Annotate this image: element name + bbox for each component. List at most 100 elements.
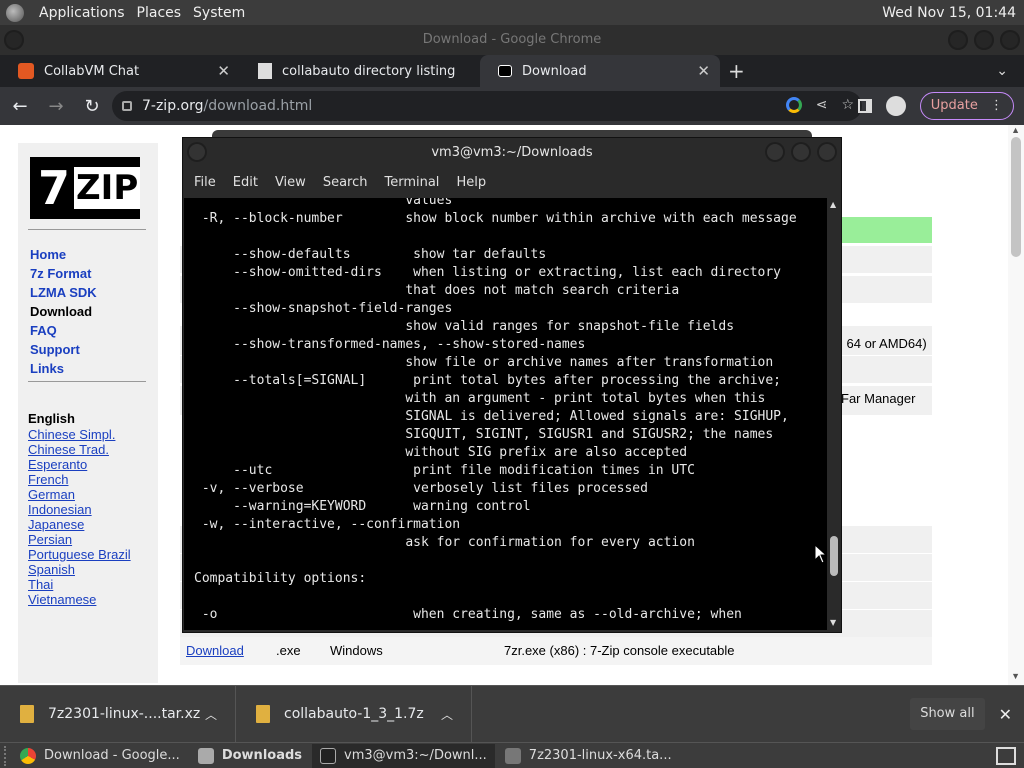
scroll-down-icon[interactable]: ▼ — [830, 618, 836, 627]
terminal-output[interactable]: values -R, --block-number show block num… — [184, 198, 827, 630]
maximize-button[interactable] — [974, 30, 994, 50]
site-nav: Home 7z Format LZMA SDK Download FAQ Sup… — [30, 247, 97, 380]
menu-terminal[interactable]: Terminal — [384, 175, 439, 190]
terminal-line: --show-defaults show tar defaults — [194, 247, 547, 262]
task-terminal[interactable]: vm3@vm3:~/Downl... — [312, 743, 495, 768]
tab-collabvm-chat[interactable]: CollabVM Chat ✕ — [0, 55, 240, 87]
minimize-button[interactable] — [948, 30, 968, 50]
terminal-line: -o when creating, same as --old-archive;… — [194, 607, 742, 622]
close-icon[interactable]: ✕ — [697, 62, 710, 80]
lang-link[interactable]: German — [28, 487, 131, 502]
lock-icon[interactable] — [122, 101, 132, 111]
library-icon — [258, 63, 272, 79]
nav-links[interactable]: Links — [30, 361, 97, 380]
scroll-down-icon[interactable]: ▼ — [1011, 671, 1020, 681]
close-window-button[interactable] — [817, 142, 837, 162]
window-title: Download - Google Chrome — [422, 32, 602, 47]
tab-label: collabauto directory listing — [282, 63, 456, 79]
download-item[interactable]: 7z2301-linux-....tar.xz ︿ — [0, 685, 236, 743]
terminal-line: SIGQUIT, SIGINT, SIGUSR1 and SIGUSR2; th… — [194, 427, 774, 442]
tab-strip: CollabVM Chat ✕ collabauto directory lis… — [0, 55, 1024, 87]
mouse-pointer-icon — [814, 544, 828, 564]
toolbar-right: Update ⋮ — [857, 92, 1014, 120]
lang-link[interactable]: Spanish — [28, 562, 131, 577]
7zip-logo[interactable]: 7 ZIP — [30, 157, 141, 219]
lang-link[interactable]: Chinese Trad. — [28, 442, 131, 457]
nav-support[interactable]: Support — [30, 342, 97, 361]
menu-view[interactable]: View — [275, 175, 306, 190]
more-menu-icon[interactable]: ⋮ — [990, 98, 1003, 113]
chevron-up-icon[interactable]: ︿ — [205, 706, 217, 723]
task-archive-manager[interactable]: 7z2301-linux-x64.ta... — [497, 744, 680, 768]
maximize-button[interactable] — [791, 142, 811, 162]
update-button[interactable]: Update ⋮ — [919, 92, 1014, 120]
show-all-button[interactable]: Show all — [910, 698, 985, 730]
distro-logo-icon[interactable] — [6, 3, 24, 22]
bookmark-star-icon[interactable]: ☆ — [841, 97, 854, 113]
close-icon[interactable]: ✕ — [217, 62, 230, 80]
close-window-button[interactable] — [1000, 30, 1020, 50]
scroll-up-icon[interactable]: ▲ — [1011, 125, 1020, 135]
profile-avatar-icon[interactable] — [885, 96, 906, 116]
google-lens-icon[interactable] — [785, 97, 802, 113]
window-menu-button[interactable] — [4, 30, 24, 50]
applications-menu[interactable]: Applications — [34, 5, 130, 21]
page-scrollbar[interactable]: ▲ ▼ — [1008, 125, 1024, 685]
menu-file[interactable]: File — [194, 175, 216, 190]
terminal-line: with an argument - print total bytes whe… — [194, 391, 766, 406]
tab-label: CollabVM Chat — [44, 63, 140, 79]
tab-collabauto-listing[interactable]: collabauto directory listing — [240, 55, 480, 87]
window-menu-button[interactable] — [187, 142, 207, 162]
tab-download[interactable]: Download ✕ — [480, 55, 720, 87]
lang-link[interactable]: Thai — [28, 577, 131, 592]
share-icon[interactable]: ⋖ — [816, 97, 828, 113]
task-label: 7z2301-linux-x64.ta... — [528, 748, 672, 763]
scroll-up-icon[interactable]: ▲ — [830, 200, 836, 209]
show-desktop-icon[interactable] — [996, 746, 1016, 765]
nav-faq[interactable]: FAQ — [30, 323, 97, 342]
terminal-scroll-thumb[interactable] — [830, 536, 838, 576]
task-downloads[interactable]: Downloads — [190, 744, 310, 768]
nav-lzma-sdk[interactable]: LZMA SDK — [30, 285, 97, 304]
forward-icon[interactable]: → — [40, 96, 72, 117]
clock[interactable]: Wed Nov 15, 01:44 — [882, 5, 1016, 21]
terminal-window-controls — [765, 142, 837, 162]
chrome-titlebar[interactable]: Download - Google Chrome — [0, 25, 1024, 55]
address-bar[interactable]: 7-zip.org /download.html ⋖ ☆ — [112, 91, 862, 121]
side-panel-icon[interactable] — [857, 99, 872, 113]
lang-link[interactable]: Chinese Simpl. — [28, 427, 131, 442]
lang-link[interactable]: Japanese — [28, 517, 131, 532]
lang-link[interactable]: Indonesian — [28, 502, 131, 517]
reload-icon[interactable]: ↻ — [76, 96, 108, 117]
task-label: vm3@vm3:~/Downl... — [344, 748, 487, 763]
chevron-up-icon[interactable]: ︿ — [441, 706, 453, 723]
menu-edit[interactable]: Edit — [233, 175, 258, 190]
new-tab-icon[interactable]: + — [728, 59, 745, 83]
lang-link[interactable]: Persian — [28, 532, 131, 547]
system-menu[interactable]: System — [188, 5, 250, 21]
nav-7z-format[interactable]: 7z Format — [30, 266, 97, 285]
download-item[interactable]: collabauto-1_3_1.7z ︿ — [236, 685, 472, 743]
lang-link[interactable]: Vietnamese — [28, 592, 131, 607]
terminal-window: vm3@vm3:~/Downloads File Edit View Searc… — [182, 137, 842, 633]
file-os: Windows — [330, 643, 383, 658]
task-chrome[interactable]: Download - Google... — [12, 744, 188, 768]
menu-search[interactable]: Search — [323, 175, 368, 190]
nav-home[interactable]: Home — [30, 247, 97, 266]
places-menu[interactable]: Places — [132, 5, 187, 21]
terminal-titlebar[interactable]: vm3@vm3:~/Downloads — [183, 138, 841, 168]
terminal-line: --show-transformed-names, --show-stored-… — [194, 337, 586, 352]
menu-help[interactable]: Help — [456, 175, 486, 190]
page-scroll-thumb[interactable] — [1011, 137, 1021, 257]
download-link[interactable]: Download — [186, 643, 244, 658]
lang-link[interactable]: Portuguese Brazil — [28, 547, 131, 562]
lang-link[interactable]: French — [28, 472, 131, 487]
terminal-scrollbar[interactable]: ▲ ▼ — [827, 198, 841, 630]
chevron-down-icon[interactable]: ⌄ — [996, 63, 1008, 79]
minimize-button[interactable] — [765, 142, 785, 162]
back-icon[interactable]: ← — [4, 96, 36, 117]
lang-link[interactable]: Esperanto — [28, 457, 131, 472]
close-icon[interactable]: ✕ — [999, 705, 1012, 724]
